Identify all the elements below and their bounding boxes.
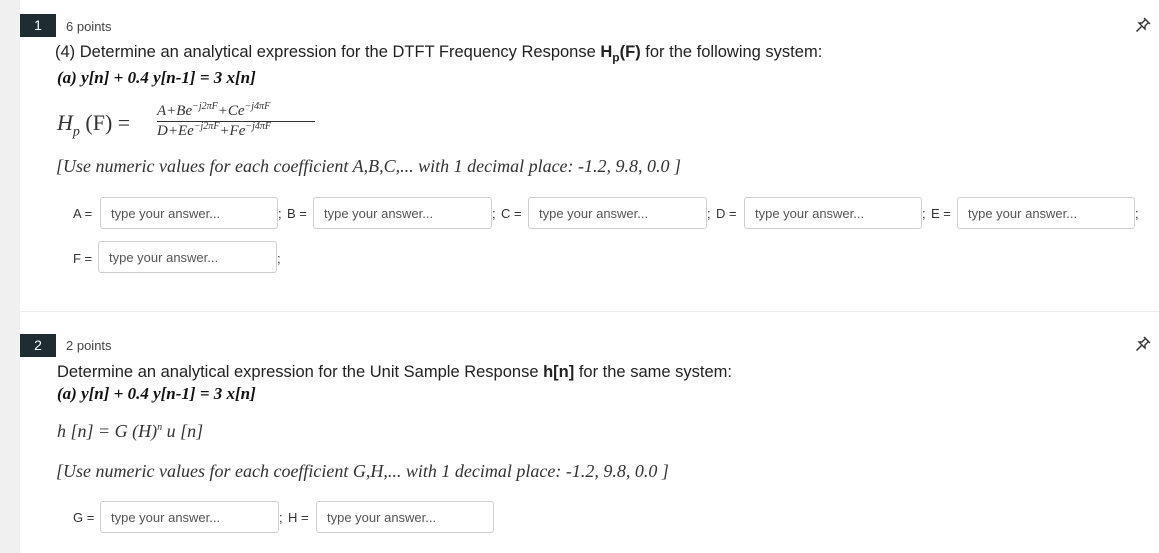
separator: ; bbox=[279, 510, 283, 525]
question-number-badge: 1 bbox=[20, 14, 56, 37]
answer-input-g[interactable] bbox=[100, 501, 279, 533]
question-prompt: Determine an analytical expression for t… bbox=[57, 363, 732, 381]
question-number-badge: 2 bbox=[20, 334, 56, 357]
separator: ; bbox=[278, 206, 282, 221]
answer-input-f[interactable] bbox=[98, 241, 277, 273]
answer-input-d[interactable] bbox=[744, 197, 922, 229]
question-divider bbox=[20, 311, 1159, 312]
answer-input-h[interactable] bbox=[316, 501, 494, 533]
field-label-h: H = bbox=[288, 510, 309, 525]
answer-input-a[interactable] bbox=[100, 197, 278, 229]
formula-denominator: D+Ee−j2πF+Fe−j4πF bbox=[157, 121, 272, 139]
pin-icon[interactable] bbox=[1134, 335, 1152, 353]
question-prompt: (4) Determine an analytical expression f… bbox=[55, 43, 823, 65]
formula: h [n] = G (H)n u [n] bbox=[57, 421, 204, 441]
system-equation: (a) y[n] + 0.4 y[n-1] = 3 x[n] bbox=[57, 68, 256, 87]
field-label-b: B = bbox=[287, 206, 307, 221]
field-label-g: G = bbox=[73, 510, 95, 525]
separator: ; bbox=[492, 206, 496, 221]
field-label-a: A = bbox=[73, 206, 93, 221]
pin-icon[interactable] bbox=[1134, 16, 1152, 34]
instruction-note: [Use numeric values for each coefficient… bbox=[56, 156, 682, 176]
formula-lhs: Hp (F) = bbox=[57, 110, 131, 140]
formula-numerator: A+Be−j2πF+Ce−j4πF bbox=[157, 101, 271, 119]
field-label-f: F = bbox=[73, 251, 93, 266]
question-points: 6 points bbox=[66, 19, 112, 34]
separator: ; bbox=[707, 206, 711, 221]
field-label-c: C = bbox=[501, 206, 522, 221]
answer-input-b[interactable] bbox=[313, 197, 492, 229]
field-label-d: D = bbox=[716, 206, 737, 221]
answer-input-c[interactable] bbox=[528, 197, 707, 229]
separator: ; bbox=[1135, 206, 1139, 221]
answer-input-e[interactable] bbox=[957, 197, 1135, 229]
field-label-e: E = bbox=[931, 206, 951, 221]
instruction-note: [Use numeric values for each coefficient… bbox=[56, 461, 669, 481]
question-points: 2 points bbox=[66, 338, 112, 353]
system-equation: (a) y[n] + 0.4 y[n-1] = 3 x[n] bbox=[57, 384, 256, 403]
left-gutter bbox=[0, 0, 20, 553]
separator: ; bbox=[922, 206, 926, 221]
separator: ; bbox=[277, 251, 281, 266]
